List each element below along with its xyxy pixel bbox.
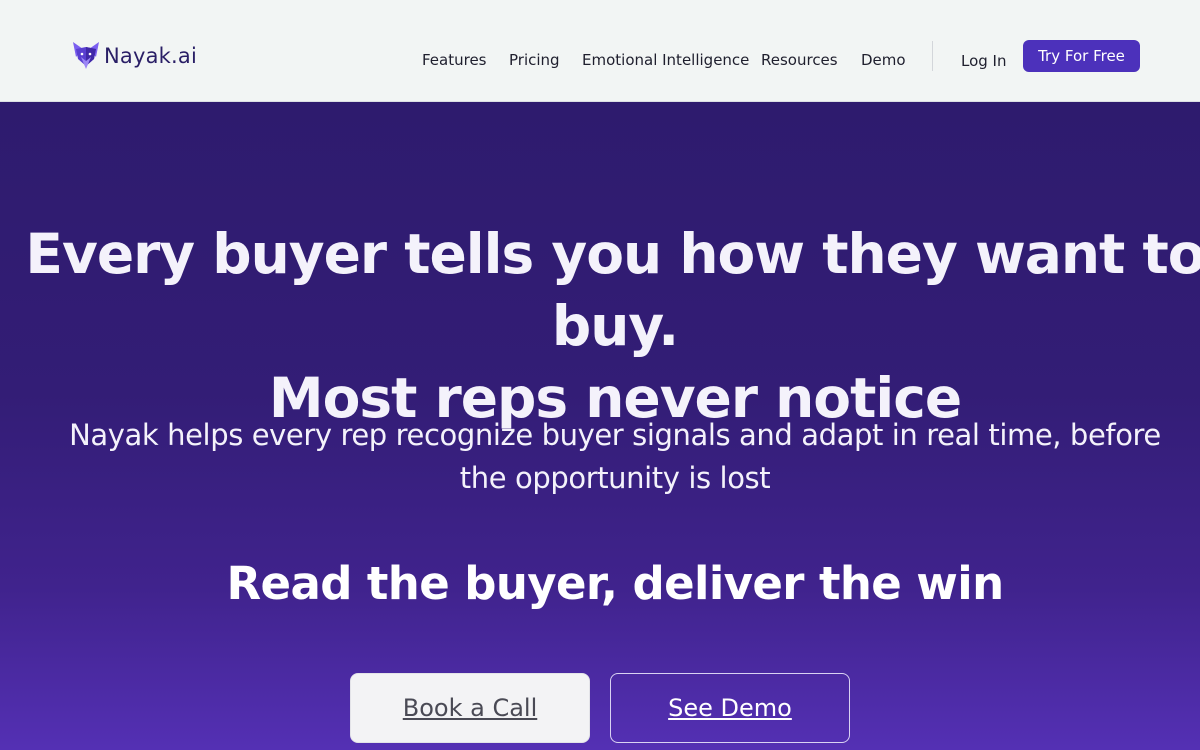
brand-name: Nayak.ai	[104, 44, 198, 68]
nav-divider	[932, 41, 933, 71]
nav-item-features[interactable]: Features	[422, 51, 487, 69]
fox-head-icon	[73, 42, 99, 69]
hero-subheadline-line-2: the opportunity is lost	[459, 461, 771, 495]
see-demo-button[interactable]: See Demo	[610, 673, 850, 743]
nav-item-pricing[interactable]: Pricing	[509, 51, 560, 69]
brand-logo[interactable]: Nayak.ai	[72, 38, 197, 74]
hero-tagline: Read the buyer, deliver the win	[226, 557, 1004, 610]
hero-subheadline-line-1: Nayak helps every rep recognize buyer si…	[69, 418, 1161, 452]
hero-section: Every buyer tells you how they want to b…	[0, 102, 1200, 750]
nav-item-emotional-intelligence[interactable]: Emotional Intelligence	[582, 51, 749, 69]
nav-item-demo[interactable]: Demo	[861, 51, 906, 69]
login-link[interactable]: Log In	[961, 52, 1007, 70]
site-header: Nayak.ai Features Pricing Emotional Inte…	[0, 0, 1200, 102]
hero-headline-line-1: Every buyer tells you how they want to b…	[25, 222, 1200, 358]
hero-headline: Every buyer tells you how they want to b…	[0, 218, 1200, 434]
nav-item-resources[interactable]: Resources	[761, 51, 838, 69]
try-for-free-button[interactable]: Try For Free	[1023, 40, 1140, 72]
hero-subheadline: Nayak helps every rep recognize buyer si…	[0, 414, 1200, 500]
book-a-call-button[interactable]: Book a Call	[350, 673, 590, 743]
